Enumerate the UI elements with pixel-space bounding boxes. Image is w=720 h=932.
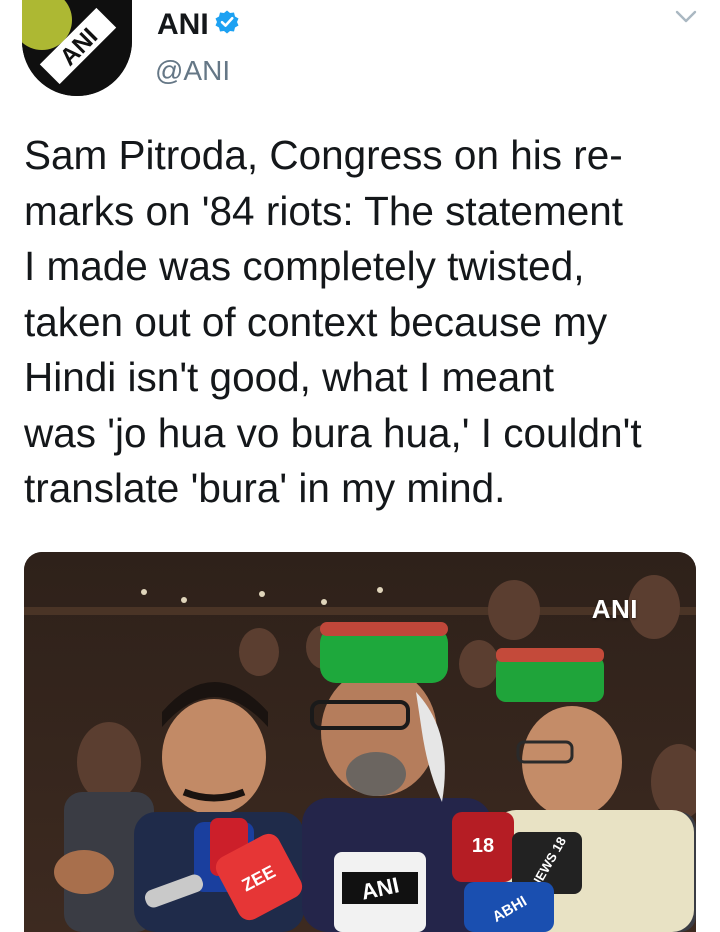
verified-badge-icon [215,10,239,34]
avatar[interactable]: ANI [22,0,132,96]
chevron-down-icon[interactable] [674,8,698,26]
media-watermark: ANI [591,594,638,624]
author-name[interactable]: ANI [157,8,209,42]
tweet-text: Sam Pitroda, Congress on his re- marks o… [24,132,642,511]
tweet-card[interactable]: ANI ANI @ANI Sam Pitroda, Congress on hi… [0,0,720,932]
mic-label-18: 18 [472,835,494,857]
author-handle[interactable]: @ANI [155,55,230,87]
tweet-photo[interactable]: ZEE ANI 18 NEWS 18 ABHI ANI [24,552,696,932]
